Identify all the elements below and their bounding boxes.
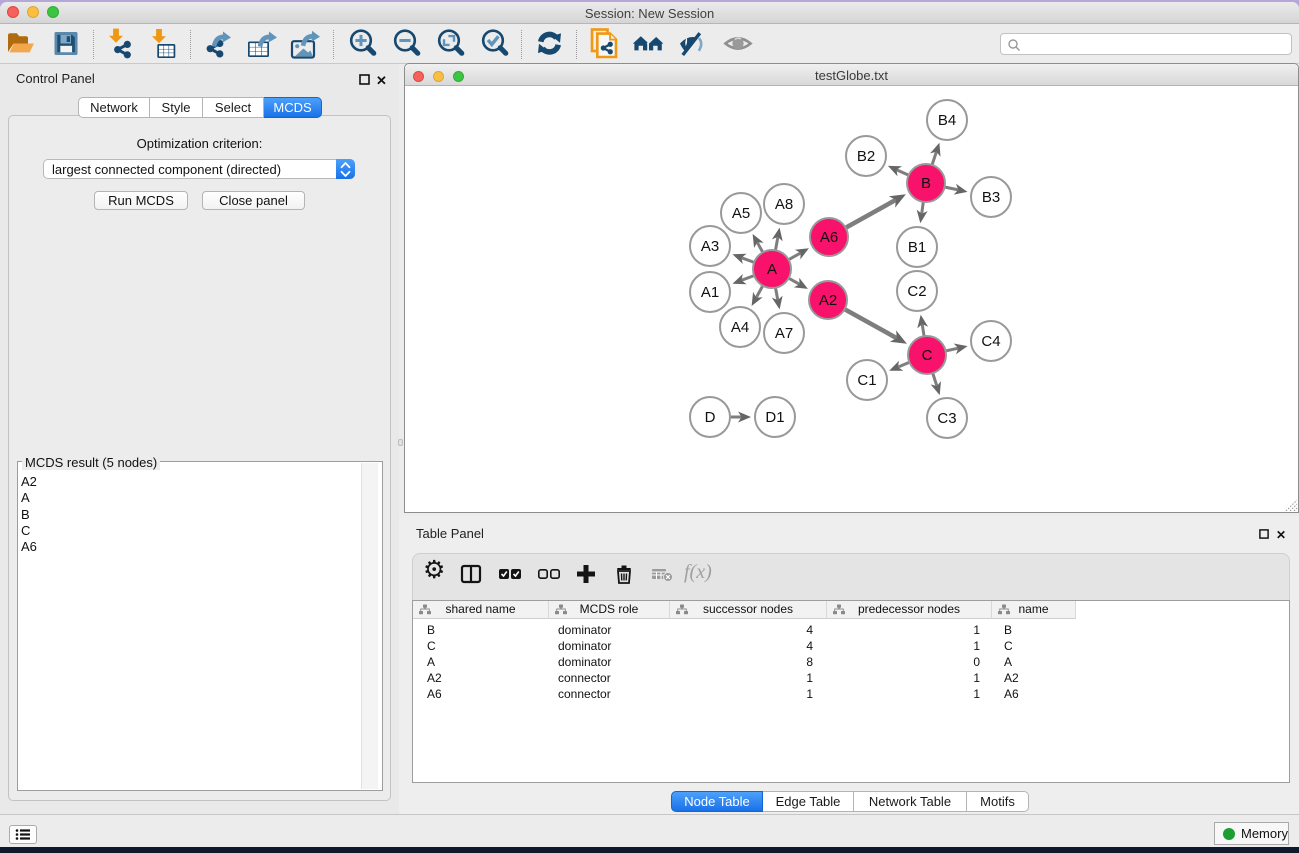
svg-text:A8: A8 <box>775 196 793 213</box>
svg-text:D: D <box>705 409 716 426</box>
svg-text:B2: B2 <box>857 148 875 165</box>
svg-text:C1: C1 <box>857 372 876 389</box>
svg-text:A4: A4 <box>731 319 749 336</box>
svg-text:C2: C2 <box>907 283 926 300</box>
svg-text:A5: A5 <box>732 205 750 222</box>
svg-text:A1: A1 <box>701 284 719 301</box>
svg-text:A7: A7 <box>775 325 793 342</box>
svg-text:D1: D1 <box>765 409 784 426</box>
svg-text:B1: B1 <box>908 239 926 256</box>
svg-text:A2: A2 <box>819 292 837 309</box>
svg-text:A6: A6 <box>820 229 838 246</box>
svg-text:C3: C3 <box>937 410 956 427</box>
svg-text:B3: B3 <box>982 189 1000 206</box>
svg-text:B: B <box>921 175 931 192</box>
svg-text:C: C <box>922 347 933 364</box>
svg-text:C4: C4 <box>981 333 1000 350</box>
svg-text:A3: A3 <box>701 238 719 255</box>
svg-text:B4: B4 <box>938 112 956 129</box>
svg-text:A: A <box>767 261 777 278</box>
